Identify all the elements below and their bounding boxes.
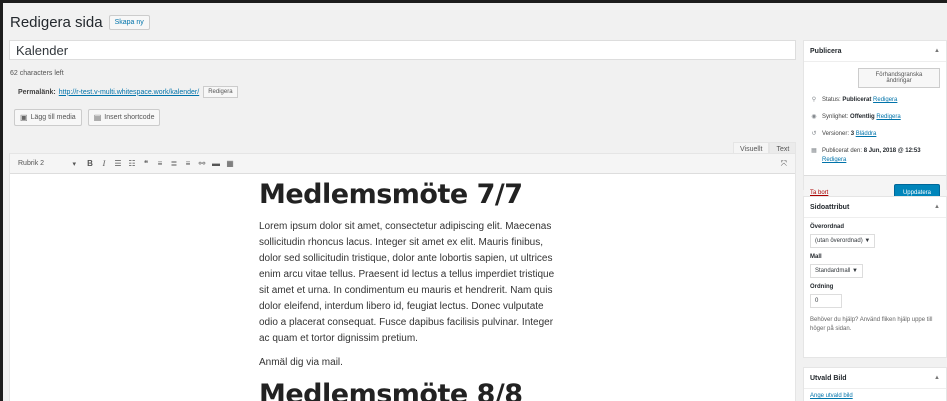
publish-box-body: Förhandsgranska ändringar ⚲ Status: Publ… (804, 62, 946, 210)
featured-image-box: Utvald Bild ▲ Ange utvald bild (803, 367, 947, 401)
order-input[interactable]: 0 (810, 294, 842, 308)
insert-shortcode-label: Insert shortcode (104, 114, 155, 121)
collapse-arrow-icon[interactable]: ▲ (934, 204, 940, 210)
format-select-value: Rubrik 2 (18, 159, 45, 167)
permalink-label: Permalänk: (18, 88, 56, 96)
published-edit-link[interactable]: Redigera (822, 157, 846, 163)
parent-select[interactable]: (utan överordnad) ▼ (810, 234, 876, 248)
fullscreen-icon[interactable]: ⤧ (781, 159, 787, 169)
bullet-list-icon[interactable]: ☰ (112, 159, 124, 168)
add-new-button[interactable]: Skapa ny (108, 15, 150, 30)
page-attributes-box: Sidoattribut ▲ Överordnad (utan överordn… (803, 196, 947, 358)
window-frame-top (0, 0, 947, 3)
page-header: Redigera sida Skapa ny (10, 14, 150, 31)
content-editor: Rubrik 2 ▾ B I ☰ ☷ ❝ ≡ ≣ ≡ ⚯ ▬ ▦ ⤧ Medle… (9, 153, 796, 401)
characters-left-counter: 62 characters left (10, 70, 64, 77)
pin-icon: ⚲ (811, 97, 817, 103)
align-center-icon[interactable]: ≣ (168, 159, 180, 168)
post-title-input[interactable]: Kalender (9, 40, 796, 60)
revisions-icon: ↺ (811, 131, 817, 137)
visibility-row: ◉ Synlighet: Offentlig Redigera (810, 113, 940, 122)
numbered-list-icon[interactable]: ☷ (126, 159, 138, 168)
window-frame-left (0, 0, 3, 401)
toolbar-toggle-icon[interactable]: ▦ (224, 159, 236, 168)
set-featured-image-link[interactable]: Ange utvald bild (810, 393, 853, 399)
link-icon[interactable]: ⚯ (196, 159, 208, 168)
revisions-text: Versioner: 3 Bläddra (822, 131, 877, 137)
collapse-arrow-icon[interactable]: ▲ (934, 375, 940, 381)
eye-icon: ◉ (811, 114, 817, 120)
preview-changes-button[interactable]: Förhandsgranska ändringar (858, 68, 940, 88)
media-buttons: ▣ Lägg till media ▤ Insert shortcode (14, 109, 161, 126)
chevron-down-icon: ▼ (852, 268, 858, 274)
page-attributes-header[interactable]: Sidoattribut ▲ (804, 197, 946, 218)
template-select[interactable]: Standardmall ▼ (810, 264, 863, 278)
add-media-label: Lägg till media (30, 114, 76, 121)
chevron-down-icon: ▼ (864, 238, 871, 244)
visibility-edit-link[interactable]: Redigera (876, 114, 900, 120)
italic-icon[interactable]: I (98, 159, 110, 168)
content-heading-2: Medlemsmöte 8/8 (259, 379, 523, 401)
content-signup-text: Anmäl dig via mail. (259, 357, 343, 368)
chevron-down-icon: ▾ (72, 160, 76, 168)
permalink-edit-button[interactable]: Redigera (203, 86, 238, 98)
page-title: Redigera sida (10, 14, 103, 31)
permalink-url-link[interactable]: http://r-test.v-multi.whitespace.work/ka… (59, 89, 199, 96)
publish-box-title: Publicera (810, 47, 842, 55)
collapse-arrow-icon[interactable]: ▲ (934, 48, 940, 54)
align-left-icon[interactable]: ≡ (154, 159, 166, 168)
shortcode-icon: ▤ (93, 113, 102, 122)
published-date-row: ▦ Publicerat den: 8 Jun, 2018 @ 12:53 Re… (810, 147, 940, 165)
featured-image-title: Utvald Bild (810, 374, 847, 382)
published-date-text: Publicerat den: 8 Jun, 2018 @ 12:53 Redi… (822, 148, 921, 163)
read-more-icon[interactable]: ▬ (210, 159, 222, 168)
template-label: Mall (810, 254, 822, 260)
page-attributes-body: Överordnad (utan överordnad) ▼ Mall Stan… (804, 218, 946, 340)
editor-content[interactable]: Medlemsmöte 7/7 Lorem ipsum dolor sit am… (259, 179, 559, 401)
status-text: Status: Publicerat Redigera (822, 97, 898, 103)
permalink-row: Permalänk: http://r-test.v-multi.whitesp… (18, 86, 238, 98)
blockquote-icon[interactable]: ❝ (140, 159, 152, 168)
status-row: ⚲ Status: Publicerat Redigera (810, 96, 940, 105)
help-text: Behöver du hjälp? Använd fliken hjälp up… (810, 317, 933, 332)
featured-image-header[interactable]: Utvald Bild ▲ (804, 368, 946, 389)
parent-label: Överordnad (810, 224, 845, 230)
calendar-icon: ▦ (811, 148, 817, 154)
publish-box-header[interactable]: Publicera ▲ (804, 41, 946, 62)
insert-shortcode-button[interactable]: ▤ Insert shortcode (87, 109, 161, 126)
revisions-browse-link[interactable]: Bläddra (856, 131, 877, 137)
visibility-text: Synlighet: Offentlig Redigera (822, 114, 901, 120)
align-right-icon[interactable]: ≡ (182, 159, 194, 168)
format-select[interactable]: Rubrik 2 ▾ (18, 160, 76, 168)
content-heading-1: Medlemsmöte 7/7 (259, 179, 523, 210)
page-attributes-title: Sidoattribut (810, 203, 850, 211)
media-icon: ▣ (20, 113, 28, 122)
status-edit-link[interactable]: Redigera (873, 97, 897, 103)
featured-image-body: Ange utvald bild (804, 389, 946, 401)
revisions-row: ↺ Versioner: 3 Bläddra (810, 130, 940, 139)
add-media-button[interactable]: ▣ Lägg till media (14, 109, 82, 126)
content-paragraph: Lorem ipsum dolor sit amet, consectetur … (259, 221, 555, 344)
publish-box: Publicera ▲ Förhandsgranska ändringar ⚲ … (803, 40, 947, 210)
order-label: Ordning (810, 284, 834, 290)
editor-toolbar: Rubrik 2 ▾ B I ☰ ☷ ❝ ≡ ≣ ≡ ⚯ ▬ ▦ ⤧ (10, 154, 795, 174)
bold-icon[interactable]: B (84, 159, 96, 168)
